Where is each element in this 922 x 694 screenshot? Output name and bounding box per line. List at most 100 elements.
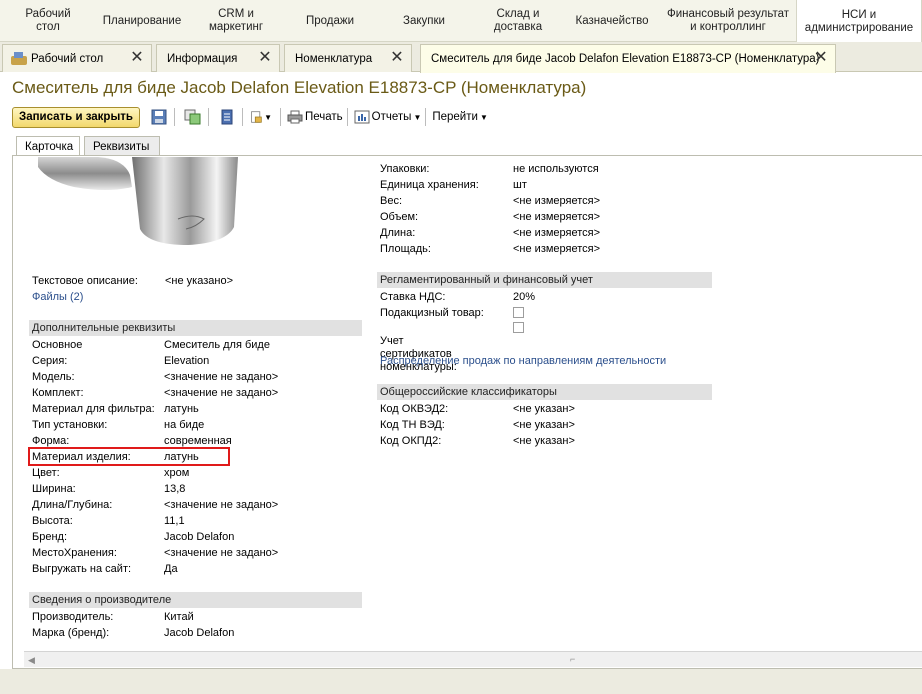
toolbar-divider xyxy=(425,108,427,126)
files-link[interactable]: Файлы (2) xyxy=(32,291,83,303)
field-value[interactable]: на биде xyxy=(164,419,204,431)
window-tabs: Рабочий стол ✕ Информация ✕ Номенклатура… xyxy=(0,42,922,73)
field-value[interactable]: латунь xyxy=(164,403,199,415)
scroll-left-icon[interactable]: ◀ xyxy=(28,655,35,666)
tab-current-item[interactable]: Смеситель для биде Jacob Delafon Elevati… xyxy=(420,44,836,73)
save-copy-icon[interactable] xyxy=(182,107,204,127)
field-value[interactable]: <не измеряется> xyxy=(513,211,600,223)
section-planning[interactable]: Планирование xyxy=(96,0,188,42)
reports-label: Отчеты xyxy=(371,111,412,123)
highlight-box xyxy=(28,447,230,466)
field-value[interactable]: <значение не задано> xyxy=(164,387,278,399)
field-label: Модель: xyxy=(32,371,75,383)
field-value[interactable]: <не измеряется> xyxy=(513,243,600,255)
field-value[interactable]: <значение не задано> xyxy=(164,371,278,383)
toolbar-divider xyxy=(346,108,348,126)
tab-label: Номенклатура xyxy=(295,52,373,65)
field-value[interactable]: шт xyxy=(513,179,527,191)
toolbar: Записать и закрыть ▼ Печать Отчеты ▼ Пер… xyxy=(12,106,488,128)
field-value[interactable]: хром xyxy=(164,467,189,479)
field-value[interactable]: <не измеряется> xyxy=(513,195,600,207)
field-value[interactable]: Смеситель для биде xyxy=(164,339,270,351)
goto-button[interactable]: Перейти ▼ xyxy=(432,107,488,127)
field-value[interactable]: 13,8 xyxy=(164,483,185,495)
field-value[interactable]: 11,1 xyxy=(164,515,185,527)
field-value[interactable]: Jacob Delafon xyxy=(164,531,234,543)
save-and-close-button[interactable]: Записать и закрыть xyxy=(12,106,140,128)
regulated-accounting-header: Регламентированный и финансовый учет xyxy=(377,272,712,288)
field-label: Ставка НДС: xyxy=(380,291,446,303)
horizontal-scrollbar[interactable]: ◀ ⌐ xyxy=(24,651,922,667)
field-label: Площадь: xyxy=(380,243,431,255)
field-value[interactable]: <значение не задано> xyxy=(164,499,278,511)
close-icon[interactable]: ✕ xyxy=(258,50,272,66)
tab-desktop[interactable]: Рабочий стол ✕ xyxy=(2,44,152,72)
field-value[interactable]: Jacob Delafon xyxy=(164,627,234,639)
save-icon[interactable] xyxy=(148,107,170,127)
field-value[interactable]: Китай xyxy=(164,611,194,623)
field-label: Код ТН ВЭД: xyxy=(380,419,445,431)
section-financial-result[interactable]: Финансовый результат и контроллинг xyxy=(660,0,796,42)
text-description-value[interactable]: <не указано> xyxy=(165,275,233,287)
tab-requisites[interactable]: Реквизиты xyxy=(84,136,160,156)
section-crm[interactable]: CRM и маркетинг xyxy=(188,0,284,42)
field-label: Код ОКВЭД2: xyxy=(380,403,449,415)
field-label: Серия: xyxy=(32,355,68,367)
field-label: Цвет: xyxy=(32,467,60,479)
certificates-checkbox[interactable] xyxy=(513,322,524,333)
field-label: Бренд: xyxy=(32,531,68,543)
field-value[interactable]: <не указан> xyxy=(513,435,575,447)
close-icon[interactable]: ✕ xyxy=(390,50,404,66)
print-label: Печать xyxy=(304,111,343,123)
section-purchases[interactable]: Закупки xyxy=(376,0,472,42)
field-value[interactable]: Elevation xyxy=(164,355,209,367)
list-icon[interactable] xyxy=(216,107,238,127)
close-icon[interactable]: ✕ xyxy=(130,50,144,66)
tab-label: Информация xyxy=(167,52,238,65)
scroll-grip-icon: ⌐ xyxy=(570,654,576,664)
chevron-down-icon: ▼ xyxy=(413,112,422,122)
section-warehouse[interactable]: Склад и доставка xyxy=(472,0,564,42)
desktop-icon xyxy=(9,51,29,67)
field-label: Марка (бренд): xyxy=(32,627,110,639)
tab-card[interactable]: Карточка xyxy=(16,136,80,157)
chevron-down-icon: ▼ xyxy=(479,112,488,122)
print-button[interactable]: Печать xyxy=(287,107,343,127)
tab-information[interactable]: Информация ✕ xyxy=(156,44,280,72)
goto-label: Перейти xyxy=(432,111,478,123)
field-label: Текстовое описание: xyxy=(32,275,138,287)
section-desktop[interactable]: Рабочий стол xyxy=(0,0,96,42)
field-value[interactable]: не используются xyxy=(513,163,599,175)
field-value[interactable]: <не измеряется> xyxy=(513,227,600,239)
close-icon[interactable]: ✕ xyxy=(814,50,828,66)
field-label: Ширина: xyxy=(32,483,76,495)
sections-panel: Рабочий стол Планирование CRM и маркетин… xyxy=(0,0,922,43)
field-label: Длина/Глубина: xyxy=(32,499,113,511)
section-nsi-admin[interactable]: НСИ и администрирование xyxy=(796,0,922,43)
field-label: Комплект: xyxy=(32,387,84,399)
sales-distribution-link[interactable]: Распределение продаж по направлениям дея… xyxy=(380,355,666,367)
tab-nomenclature[interactable]: Номенклатура ✕ xyxy=(284,44,412,72)
extra-requisites-header: Дополнительные реквизиты xyxy=(29,320,362,336)
field-label: Код ОКПД2: xyxy=(380,435,442,447)
reports-icon xyxy=(354,110,370,124)
field-label: Высота: xyxy=(32,515,73,527)
toolbar-divider xyxy=(173,108,175,126)
field-value[interactable]: современная xyxy=(164,435,232,447)
section-sales[interactable]: Продажи xyxy=(284,0,376,42)
field-value[interactable]: <не указан> xyxy=(513,419,575,431)
field-label: Вес: xyxy=(380,195,403,207)
document-icon[interactable]: ▼ xyxy=(250,107,272,127)
classifiers-header: Общероссийские классификаторы xyxy=(377,384,712,400)
reports-button[interactable]: Отчеты ▼ xyxy=(354,107,422,127)
excise-checkbox[interactable] xyxy=(513,307,524,318)
field-label: Тип установки: xyxy=(32,419,108,431)
section-treasury[interactable]: Казначейство xyxy=(564,0,660,42)
field-label: МестоХранения: xyxy=(32,547,117,559)
field-value[interactable]: <не указан> xyxy=(513,403,575,415)
field-value[interactable]: <значение не задано> xyxy=(164,547,278,559)
bottom-bar xyxy=(0,669,922,694)
vat-value[interactable]: 20% xyxy=(513,291,535,303)
field-label: Выгружать на сайт: xyxy=(32,563,132,575)
field-value[interactable]: Да xyxy=(164,563,178,575)
